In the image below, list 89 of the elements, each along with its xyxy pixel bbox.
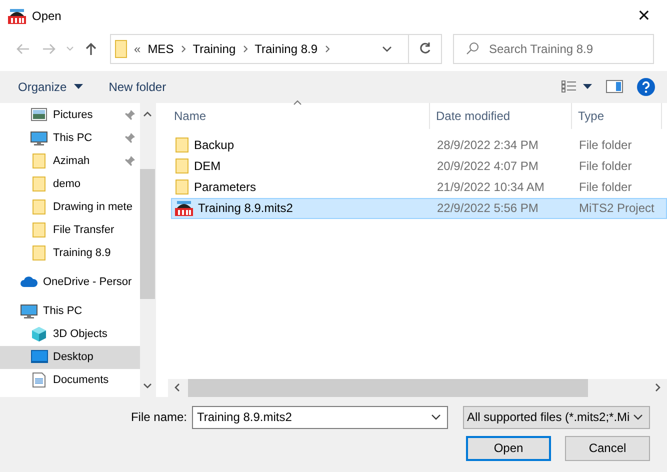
- sidebar-item[interactable]: File Transfer: [0, 218, 140, 242]
- computer-icon: [30, 130, 48, 146]
- folder-icon: [175, 179, 189, 195]
- sidebar-item[interactable]: Documents: [0, 368, 140, 392]
- address-bar[interactable]: « MES Training Training 8.9: [110, 34, 442, 64]
- sidebar-item[interactable]: Pictures: [0, 104, 140, 126]
- file-row[interactable]: Backup 28/9/2022 2:34 PM File folder: [171, 134, 667, 156]
- computer-icon: [20, 304, 38, 318]
- file-name: Training 8.9.mits2: [198, 201, 293, 215]
- view-options-icon[interactable]: [561, 80, 592, 94]
- help-icon[interactable]: [637, 78, 655, 96]
- file-type: File folder: [578, 138, 633, 152]
- scroll-right-icon: [655, 383, 661, 392]
- chevron-icon: [242, 44, 248, 53]
- breadcrumb-item[interactable]: Training 8.9: [254, 42, 318, 56]
- date-modified: 21/9/2022 10:34 AM: [436, 180, 546, 194]
- dialog-button[interactable]: Open: [466, 436, 551, 460]
- scrollbar-thumb[interactable]: [188, 378, 588, 396]
- preview-pane-icon[interactable]: [606, 80, 623, 94]
- file-name: DEM: [194, 159, 221, 173]
- close-button[interactable]: ✕: [621, 0, 667, 31]
- sidebar-item[interactable]: demo: [0, 172, 140, 196]
- folder-icon: [175, 137, 189, 153]
- scroll-left-icon: [174, 383, 180, 392]
- date-modified: 22/9/2022 5:56 PM: [436, 201, 540, 215]
- folder-icon: [32, 199, 46, 215]
- caret-icon: [66, 46, 74, 52]
- file-type: File folder: [578, 180, 633, 194]
- back-arrow-icon: [16, 42, 30, 55]
- scrollbar-thumb[interactable]: [140, 168, 155, 298]
- file-name: Backup: [194, 138, 234, 152]
- date-modified: 20/9/2022 4:07 PM: [436, 159, 540, 173]
- picture-icon: [31, 108, 47, 122]
- folder-icon: [32, 245, 46, 261]
- search-field[interactable]: Search Training 8.9: [453, 34, 654, 64]
- sidebar-item[interactable]: Desktop: [0, 346, 140, 368]
- sidebar-item[interactable]: Training 8.9: [0, 242, 140, 264]
- column-header[interactable]: Type: [572, 102, 662, 128]
- new-folder-button[interactable]: New folder: [102, 76, 174, 98]
- caret-icon: [382, 46, 392, 52]
- forward-arrow-icon: [42, 42, 56, 55]
- folder-icon: [175, 158, 189, 174]
- details-view-icon: [561, 80, 577, 94]
- sidebar-item[interactable]: 3D Objects: [0, 322, 140, 346]
- sidebar-item[interactable]: This PC: [0, 126, 140, 150]
- dialog-button[interactable]: Cancel: [565, 436, 650, 460]
- file-type: File folder: [578, 159, 633, 173]
- refresh-icon: [419, 42, 431, 56]
- file-row[interactable]: DEM 20/9/2022 4:07 PM File folder: [171, 156, 667, 176]
- column-header[interactable]: Date modified: [430, 102, 572, 128]
- sort-ascending-icon: [293, 100, 302, 104]
- chevron-icon: [324, 44, 330, 53]
- file-type-dropdown[interactable]: All supported files (*.mits2;*.Mi: [463, 406, 650, 428]
- file-name-label: File name:: [130, 410, 187, 424]
- project-logo-icon: [8, 8, 26, 24]
- cloud-icon: [20, 276, 38, 288]
- sidebar-item[interactable]: Drawing in mete: [0, 196, 140, 218]
- caret-icon: [583, 84, 592, 90]
- breadcrumb-item[interactable]: Training: [192, 42, 236, 56]
- up-arrow-icon: [85, 42, 97, 56]
- scroll-down-icon: [143, 382, 152, 388]
- search-icon: [466, 42, 479, 56]
- sidebar-item[interactable]: OneDrive - Persor: [0, 270, 140, 294]
- caret-icon: [633, 414, 643, 420]
- project-logo-icon: [175, 200, 193, 216]
- file-type: MiTS2 Project: [578, 201, 656, 215]
- caret-icon: [74, 84, 83, 90]
- file-name: Parameters: [194, 180, 256, 194]
- breadcrumb-overflow[interactable]: «: [134, 42, 141, 56]
- folder-icon: [32, 222, 46, 238]
- date-modified: 28/9/2022 2:34 PM: [436, 138, 540, 152]
- caret-icon: [431, 414, 441, 420]
- chevron-icon: [180, 44, 186, 53]
- document-icon: [32, 372, 46, 388]
- folder-icon: [32, 153, 46, 169]
- desktop-icon: [30, 350, 48, 364]
- breadcrumb-item[interactable]: MES: [148, 42, 174, 56]
- file-row[interactable]: Parameters 21/9/2022 10:34 AM File folder: [171, 176, 667, 198]
- window-title: Open: [32, 8, 62, 22]
- folder-icon: [115, 40, 127, 58]
- scroll-up-icon: [143, 110, 152, 116]
- column-header[interactable]: Name: [168, 102, 430, 128]
- sidebar-item[interactable]: This PC: [0, 300, 140, 322]
- file-row[interactable]: Training 8.9.mits2 22/9/2022 5:56 PM MiTS2 Project: [171, 198, 667, 218]
- organize-button[interactable]: Organize: [11, 76, 90, 98]
- sidebar-item[interactable]: Azimah: [0, 150, 140, 172]
- cube-icon: [31, 326, 47, 342]
- file-name-field[interactable]: Training 8.9.mits2: [192, 406, 448, 428]
- folder-icon: [32, 176, 46, 192]
